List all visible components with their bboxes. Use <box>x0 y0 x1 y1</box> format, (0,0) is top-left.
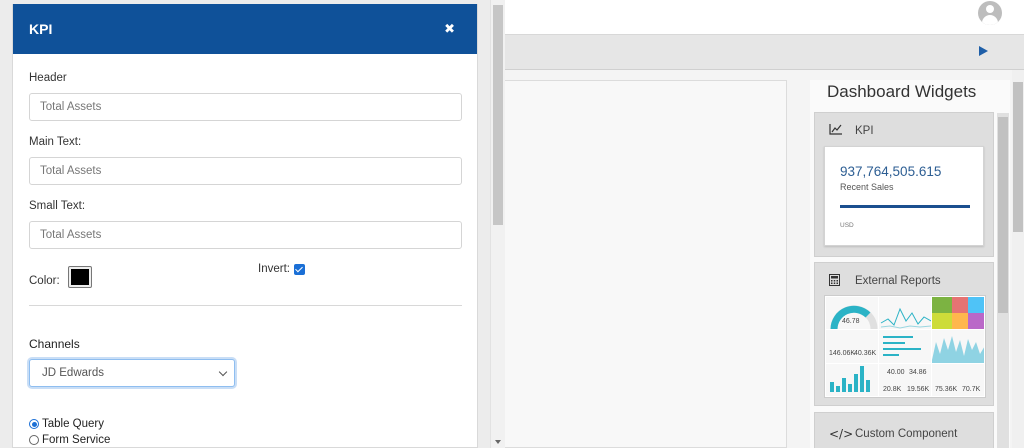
scrollbar-thumb[interactable] <box>493 5 503 225</box>
report-number: 146.06K <box>829 349 856 357</box>
report-number: 75.36K <box>935 385 958 393</box>
report-bars-list <box>879 330 931 363</box>
header-label: Header <box>29 72 67 84</box>
widget-card-custom-component[interactable]: </> Custom Component <box>814 412 994 448</box>
color-label: Color: <box>29 275 60 287</box>
dialog-scrollbar[interactable] <box>490 0 505 448</box>
scroll-down-arrow-icon[interactable] <box>495 440 501 444</box>
channels-label: Channels <box>29 337 80 351</box>
widgets-scrollbar[interactable] <box>997 113 1009 448</box>
report-number: 19.56K <box>907 385 930 393</box>
page-scrollbar[interactable] <box>1012 70 1024 448</box>
channels-select[interactable]: JD Edwards <box>29 359 235 387</box>
kpi-value: 937,764,505.615 <box>840 164 942 179</box>
report-number: 20.8K <box>883 385 902 393</box>
line-chart-icon <box>829 124 845 138</box>
widget-label: External Reports <box>855 275 941 287</box>
play-icon[interactable] <box>979 46 988 56</box>
top-bar <box>505 0 1024 34</box>
color-picker[interactable] <box>67 266 92 288</box>
widgets-title: Dashboard Widgets <box>827 82 977 101</box>
radio-form-service[interactable]: Form Service <box>29 434 110 446</box>
small-text-label: Small Text: <box>29 200 86 212</box>
channels-selected-value: JD Edwards <box>42 367 104 379</box>
widget-label: KPI <box>855 125 874 137</box>
external-reports-preview[interactable]: 46.78 146.06K 40.36K 40.00 34.86 20.8K 1… <box>824 295 986 398</box>
report-kpi-pair-2: 75.36K 70.7K <box>932 363 984 396</box>
report-kpi-pair: 146.06K 40.36K <box>826 330 878 363</box>
kpi-unit: USD <box>840 222 854 229</box>
small-text-input[interactable] <box>29 221 462 249</box>
main-text-input[interactable] <box>29 157 462 185</box>
invert-row: Invert: <box>258 263 305 275</box>
report-number: 40.00 <box>887 368 905 376</box>
radio-button[interactable] <box>29 419 39 429</box>
toolbar <box>505 34 1024 70</box>
invert-checkbox[interactable] <box>293 263 305 275</box>
report-kpi-stack: 40.00 34.86 20.8K 19.56K <box>879 363 931 396</box>
radio-label: Form Service <box>42 434 111 446</box>
kpi-label: Recent Sales <box>840 182 894 192</box>
kpi-widget-preview[interactable]: 937,764,505.615 Recent Sales USD <box>824 146 984 246</box>
color-row: Color: <box>29 266 92 288</box>
report-gauge: 46.78 <box>826 297 878 330</box>
dialog-body: Header Main Text: Small Text: Color: Inv… <box>13 4 477 447</box>
report-column-chart <box>826 363 878 396</box>
divider <box>29 305 462 306</box>
report-number: 40.36K <box>854 349 877 357</box>
widget-label: Custom Component <box>855 428 958 440</box>
scrollbar-thumb[interactable] <box>998 117 1008 313</box>
code-icon: </> <box>829 427 854 441</box>
chevron-down-icon <box>218 367 228 376</box>
user-avatar-icon[interactable] <box>978 1 1002 25</box>
radio-table-query[interactable]: Table Query <box>29 418 104 430</box>
header-input[interactable] <box>29 93 462 121</box>
report-number: 34.86 <box>909 368 927 376</box>
radio-label: Table Query <box>42 418 105 430</box>
main-text-label: Main Text: <box>29 136 82 148</box>
report-area-chart <box>932 330 984 363</box>
report-treemap <box>932 297 984 330</box>
radio-button[interactable] <box>29 435 39 445</box>
kpi-dialog: KPI ✖ Header Main Text: Small Text: Colo… <box>12 4 478 448</box>
report-line-chart <box>879 297 931 330</box>
report-number: 46.78 <box>842 318 860 326</box>
invert-label: Invert: <box>258 263 290 275</box>
kpi-progress-bar <box>840 205 970 208</box>
report-number: 70.7K <box>962 385 981 393</box>
scrollbar-thumb[interactable] <box>1013 82 1023 232</box>
calculator-icon <box>829 273 845 289</box>
dashboard-canvas[interactable] <box>505 80 787 448</box>
